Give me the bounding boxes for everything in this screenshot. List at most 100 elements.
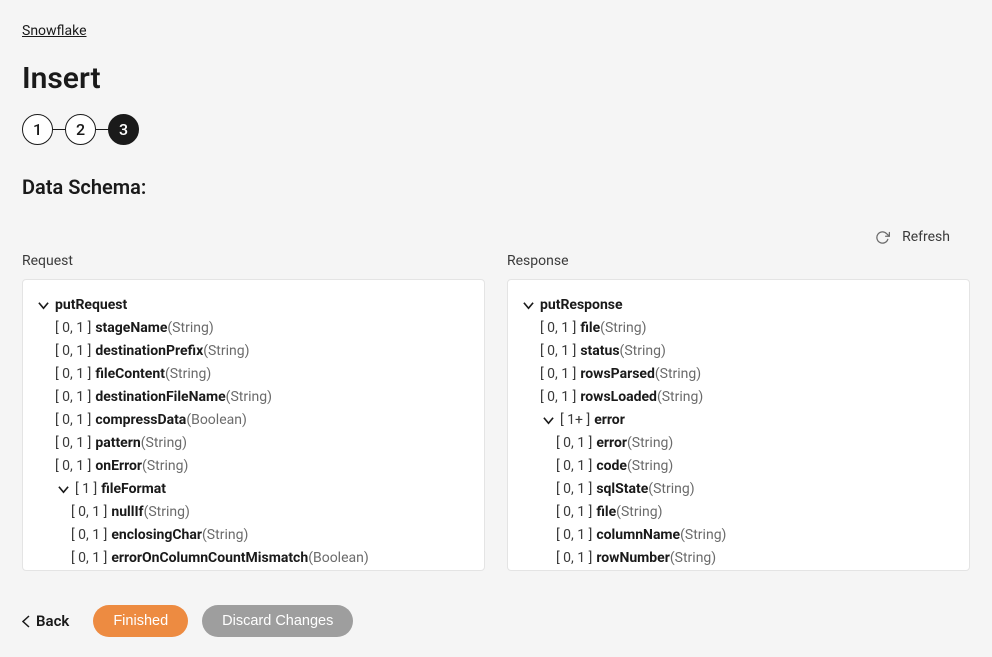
schema-row-fileContent: [ 0, 1 ] fileContent (String) <box>33 363 474 386</box>
cardinality: [ 0, 1 ] <box>71 501 107 524</box>
schema-row-error: [ 1+ ] error <box>518 409 959 432</box>
cardinality: [ 0, 1 ] <box>556 501 592 524</box>
schema-row-rowsLoaded: [ 0, 1 ] rowsLoaded (String) <box>518 386 959 409</box>
schema-row-code: [ 0, 1 ] code (String) <box>518 455 959 478</box>
schema-row-errorOnColumnCountMismatch: [ 0, 1 ] errorOnColumnCountMismatch (Boo… <box>33 547 474 570</box>
schema-row-putResponse: putResponse <box>518 294 959 317</box>
schema-row-pattern: [ 0, 1 ] pattern (String) <box>33 432 474 455</box>
step-3[interactable]: 3 <box>108 114 139 145</box>
cardinality: [ 0, 1 ] <box>55 455 91 478</box>
cardinality: [ 0, 1 ] <box>55 340 91 363</box>
field-type: (String) <box>627 455 673 478</box>
field-name: status <box>580 340 619 363</box>
field-name: error <box>596 432 627 455</box>
field-type: (String) <box>680 524 726 547</box>
discard-button[interactable]: Discard Changes <box>202 605 353 637</box>
cardinality: [ 0, 1 ] <box>540 386 576 409</box>
field-type: (String) <box>620 340 666 363</box>
cardinality: [ 0, 1 ] <box>556 455 592 478</box>
field-type: (String) <box>648 478 694 501</box>
cardinality: [ 0, 1 ] <box>55 386 91 409</box>
cardinality: [ 0, 1 ] <box>556 524 592 547</box>
field-type: (Boolean) <box>186 409 247 432</box>
schema-row-columnName: [ 0, 1 ] columnName (String) <box>518 524 959 547</box>
cardinality: [ 0, 1 ] <box>540 340 576 363</box>
back-button[interactable]: Back <box>22 612 69 630</box>
refresh-icon[interactable] <box>875 230 890 245</box>
field-name: rowsParsed <box>580 363 655 386</box>
field-name: pattern <box>95 432 140 455</box>
chevron-left-icon <box>22 615 30 628</box>
schema-row-enclosingChar: [ 0, 1 ] enclosingChar (String) <box>33 524 474 547</box>
schema-row-nullIf: [ 0, 1 ] nullIf (String) <box>33 501 474 524</box>
chevron-down-icon[interactable] <box>520 300 536 311</box>
schema-row-destinationPrefix: [ 0, 1 ] destinationPrefix (String) <box>33 340 474 363</box>
schema-row-fileFormat: [ 1 ] fileFormat <box>33 478 474 501</box>
field-type: (String) <box>655 363 701 386</box>
cardinality: [ 0, 1 ] <box>71 547 107 570</box>
schema-row-onError: [ 0, 1 ] onError (String) <box>33 455 474 478</box>
schema-row-compressData: [ 0, 1 ] compressData (Boolean) <box>33 409 474 432</box>
cardinality: [ 0, 1 ] <box>556 547 592 570</box>
field-name: file <box>580 317 600 340</box>
refresh-button[interactable]: Refresh <box>902 229 950 245</box>
step-2[interactable]: 2 <box>65 114 96 145</box>
field-type: (String) <box>616 501 662 524</box>
back-label: Back <box>36 612 69 630</box>
field-name: compressData <box>95 409 186 432</box>
field-name: rowsLoaded <box>580 386 657 409</box>
cardinality: [ 0, 1 ] <box>556 432 592 455</box>
field-name: errorOnColumnCountMismatch <box>111 547 308 570</box>
field-type: (String) <box>670 547 716 570</box>
field-name: code <box>596 455 627 478</box>
field-name: destinationPrefix <box>95 340 203 363</box>
field-name: columnName <box>596 524 680 547</box>
cardinality: [ 0, 1 ] <box>55 363 91 386</box>
field-name: error <box>594 409 625 432</box>
field-type: (String) <box>165 363 211 386</box>
section-title: Data Schema: <box>22 175 970 199</box>
step-1[interactable]: 1 <box>22 114 53 145</box>
field-name: nullIf <box>111 501 143 524</box>
response-schema-card: putResponse[ 0, 1 ] file (String)[ 0, 1 … <box>507 279 970 571</box>
field-type: (String) <box>657 386 703 409</box>
chevron-down-icon[interactable] <box>35 300 51 311</box>
field-type: (String) <box>167 317 213 340</box>
cardinality: [ 0, 1 ] <box>540 363 576 386</box>
breadcrumb-link[interactable]: Snowflake <box>22 23 87 39</box>
finished-button[interactable]: Finished <box>93 605 188 637</box>
request-schema-card: putRequest[ 0, 1 ] stageName (String)[ 0… <box>22 279 485 571</box>
schema-row-error: [ 0, 1 ] error (String) <box>518 432 959 455</box>
field-name: destinationFileName <box>95 386 225 409</box>
schema-row-file: [ 0, 1 ] file (String) <box>518 501 959 524</box>
schema-row-putRequest: putRequest <box>33 294 474 317</box>
field-name: fileFormat <box>101 478 166 501</box>
field-name: file <box>596 501 616 524</box>
step-connector <box>96 129 108 131</box>
field-name: sqlState <box>596 478 648 501</box>
schema-row-sqlState: [ 0, 1 ] sqlState (String) <box>518 478 959 501</box>
field-type: (String) <box>627 432 673 455</box>
field-type: (String) <box>202 524 248 547</box>
chevron-down-icon[interactable] <box>55 484 71 495</box>
field-name: rowNumber <box>596 547 670 570</box>
chevron-down-icon[interactable] <box>540 415 556 426</box>
field-name: enclosingChar <box>111 524 202 547</box>
schema-row-rowNumber: [ 0, 1 ] rowNumber (String) <box>518 547 959 570</box>
schema-row-status: [ 0, 1 ] status (String) <box>518 340 959 363</box>
field-name: putRequest <box>55 294 127 317</box>
field-type: (String) <box>142 455 188 478</box>
stepper: 123 <box>22 114 970 145</box>
schema-row-stageName: [ 0, 1 ] stageName (String) <box>33 317 474 340</box>
field-type: (String) <box>144 501 190 524</box>
cardinality: [ 0, 1 ] <box>55 317 91 340</box>
field-type: (Boolean) <box>308 547 369 570</box>
cardinality: [ 0, 1 ] <box>55 409 91 432</box>
schema-row-destinationFileName: [ 0, 1 ] destinationFileName (String) <box>33 386 474 409</box>
cardinality: [ 0, 1 ] <box>55 432 91 455</box>
field-type: (String) <box>141 432 187 455</box>
field-type: (String) <box>600 317 646 340</box>
schema-row-rowsParsed: [ 0, 1 ] rowsParsed (String) <box>518 363 959 386</box>
cardinality: [ 1+ ] <box>560 409 590 432</box>
cardinality: [ 1 ] <box>75 478 97 501</box>
